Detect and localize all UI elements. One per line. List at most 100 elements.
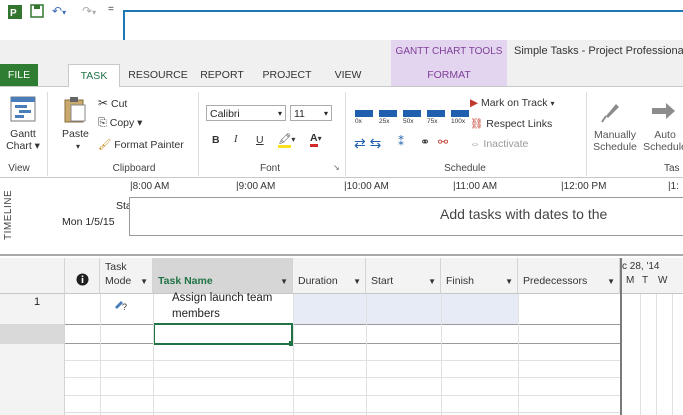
- gantt-chart-button[interactable]: Gantt Chart ▾: [6, 128, 40, 152]
- timeline-label: TIMELINE: [3, 189, 14, 241]
- selected-row[interactable]: [65, 324, 620, 344]
- percent-labels: 0x 25x 50x 75x 100x: [355, 118, 475, 125]
- column-header-finish[interactable]: Finish ▼: [441, 258, 518, 294]
- callout-line-horizontal: [123, 10, 683, 12]
- timeline-placeholder: Add tasks with dates to the: [440, 206, 608, 222]
- filter-arrow-icon[interactable]: ▼: [428, 277, 436, 286]
- gantt-day-divider: [656, 294, 657, 415]
- save-icon[interactable]: [30, 4, 44, 20]
- gantt-day-divider: [672, 294, 673, 415]
- row-header[interactable]: 1: [0, 294, 65, 324]
- unlink-tasks-icon[interactable]: ⚯: [438, 135, 448, 149]
- pct-50-button[interactable]: 50x: [403, 118, 427, 125]
- tab-project[interactable]: PROJECT: [257, 64, 317, 86]
- grid-chart-splitter[interactable]: [620, 258, 622, 415]
- mark-on-track-icon: ▶: [470, 97, 479, 109]
- gantt-chart-header: c 28, '14 M T W: [620, 258, 683, 294]
- copy-button[interactable]: ⎘ Copy ▾: [98, 117, 142, 130]
- format-painter-button[interactable]: 🖌 Format Painter: [98, 138, 184, 151]
- column-divider: [293, 294, 294, 415]
- respect-links-button[interactable]: ⛓ Respect Links: [470, 117, 552, 130]
- update-links-icons[interactable]: ⇄ ⇆: [354, 135, 381, 152]
- pct-75-button[interactable]: 75x: [427, 118, 451, 125]
- paste-button[interactable]: Paste: [62, 128, 89, 140]
- task-name-cell[interactable]: Assign launch team: [172, 292, 272, 304]
- column-header-duration[interactable]: Duration ▼: [293, 258, 366, 294]
- font-size-combo[interactable]: 11 ▾: [290, 105, 332, 121]
- customize-qat-icon[interactable]: =: [108, 4, 114, 20]
- inactivate-button[interactable]: ⇔ Inactivate: [470, 138, 528, 150]
- italic-button[interactable]: I: [234, 134, 238, 145]
- active-cell[interactable]: [153, 323, 293, 345]
- tab-report[interactable]: REPORT: [196, 64, 248, 86]
- svg-text:P: P: [10, 8, 17, 19]
- pushpin-icon[interactable]: [600, 98, 622, 127]
- filter-arrow-icon[interactable]: ▼: [140, 277, 148, 286]
- redo-icon[interactable]: ↷▾: [82, 4, 96, 20]
- timeline-tick: |1:: [668, 181, 679, 192]
- dialog-launcher-icon[interactable]: ↘: [333, 163, 340, 172]
- timeline-tick: |9:00 AM: [236, 181, 276, 192]
- row-divider: [0, 395, 620, 396]
- font-name-combo[interactable]: Calibri ▾: [206, 105, 286, 121]
- auto-schedule-button[interactable]: Auto Schedule: [640, 129, 683, 153]
- pct-25-button[interactable]: 25x: [379, 118, 403, 125]
- paste-dropdown-icon[interactable]: ▾: [76, 142, 80, 151]
- column-header-predecessors[interactable]: Predecessors ▼: [518, 258, 620, 294]
- filter-arrow-icon[interactable]: ▼: [280, 277, 288, 286]
- row-header[interactable]: [0, 324, 65, 344]
- timeline-tick: |12:00 PM: [561, 181, 607, 192]
- paste-icon[interactable]: [62, 96, 88, 127]
- timeline-tick: |11:00 AM: [453, 181, 498, 192]
- filter-arrow-icon[interactable]: ▼: [607, 277, 615, 286]
- row-divider: [0, 412, 620, 413]
- group-separator: [198, 92, 199, 176]
- group-label-font: Font: [259, 163, 280, 174]
- select-all-corner[interactable]: [0, 258, 65, 294]
- scissors-icon: ✂: [98, 96, 109, 110]
- tab-resource[interactable]: RESOURCE: [128, 64, 188, 86]
- filter-arrow-icon[interactable]: ▼: [353, 277, 361, 286]
- manually-scheduled-task-icon: ?: [113, 297, 129, 314]
- inactivate-icon: ⇔: [470, 138, 481, 150]
- group-separator: [345, 92, 346, 176]
- pct-0-button[interactable]: 0x: [355, 118, 379, 125]
- auto-schedule-icon[interactable]: [650, 100, 676, 125]
- gantt-chart-icon[interactable]: [10, 96, 36, 125]
- tab-task[interactable]: TASK: [68, 64, 120, 88]
- tab-view[interactable]: VIEW: [326, 64, 370, 86]
- underline-button[interactable]: U: [256, 134, 264, 146]
- group-separator: [586, 92, 587, 176]
- column-divider: [153, 294, 154, 415]
- undo-icon[interactable]: ↶▾: [52, 4, 66, 20]
- highlight-color-button[interactable]: 🖍▾: [278, 132, 295, 148]
- contextual-tab-title: GANTT CHART TOOLS: [391, 40, 507, 64]
- row-header-column: [0, 344, 65, 415]
- column-header-indicators[interactable]: [65, 258, 100, 294]
- group-separator: [47, 92, 48, 176]
- split-task-icon[interactable]: ⁑: [398, 135, 404, 149]
- tab-format[interactable]: FORMAT: [391, 64, 507, 86]
- column-divider: [518, 294, 519, 415]
- font-color-button[interactable]: A▾: [310, 132, 322, 147]
- gantt-day-divider: [640, 294, 641, 415]
- column-header-start[interactable]: Start ▼: [366, 258, 441, 294]
- manually-schedule-button[interactable]: Manually Schedule: [592, 129, 638, 153]
- link-tasks-icon[interactable]: ⚭: [420, 135, 430, 149]
- chevron-down-icon: ▾: [323, 109, 328, 118]
- respect-links-icon: ⛓: [470, 118, 484, 130]
- cut-button[interactable]: ✂ Cut: [98, 96, 127, 110]
- copy-icon: ⎘: [98, 117, 107, 129]
- row-divider: [0, 377, 620, 378]
- project-app-icon[interactable]: P: [7, 4, 23, 20]
- column-divider: [366, 294, 367, 415]
- filter-arrow-icon[interactable]: ▼: [505, 277, 513, 286]
- tab-file[interactable]: FILE: [0, 64, 38, 86]
- brush-icon: 🖌: [98, 139, 112, 151]
- timeline-tick: |10:00 AM: [344, 181, 389, 192]
- mark-on-track-button[interactable]: ▶ Mark on Track ▾: [470, 97, 554, 109]
- bold-button[interactable]: B: [212, 134, 220, 146]
- timeline-start-date: Mon 1/5/15: [62, 216, 115, 228]
- column-header-task-mode[interactable]: Task Mode ▼: [100, 258, 153, 294]
- column-header-task-name[interactable]: Task Name ▼: [153, 258, 293, 294]
